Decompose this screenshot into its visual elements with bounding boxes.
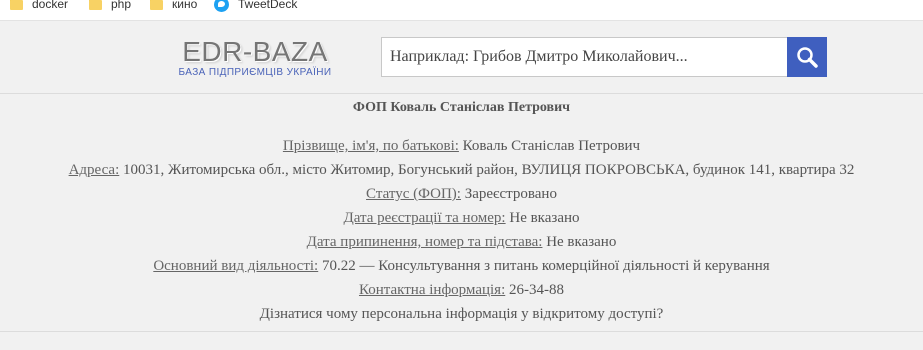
field-label: Адреса: <box>68 162 120 178</box>
header-divider <box>0 93 923 94</box>
folder-icon <box>150 0 163 10</box>
content-divider <box>0 331 923 332</box>
search-button[interactable] <box>787 37 827 77</box>
bookmark-php[interactable]: php <box>89 0 131 14</box>
field-label: Дата припинення, номер та підстава: <box>306 234 543 250</box>
bookmark-tweetdeck[interactable]: TweetDeck <box>214 0 297 14</box>
bookmarks-bar: docker php кино TweetDeck <box>0 0 923 21</box>
field-value: Коваль Станіслав Петрович <box>462 138 641 154</box>
field-value: 10031, Житомирська обл., місто Житомир, … <box>123 162 855 178</box>
search-form <box>381 37 827 77</box>
field-registration-date: Дата реєстрації та номер: Не вказано <box>0 206 923 230</box>
entity-fields: Прізвище, ім'я, по батькові: Коваль Стан… <box>0 134 923 326</box>
bookmark-label: кино <box>172 0 198 11</box>
field-contact-info: Контактна інформація: 26-34-88 <box>0 278 923 302</box>
field-label: Контактна інформація: <box>358 282 506 298</box>
field-label: Прізвище, ім'я, по батькові: <box>282 138 459 154</box>
bookmark-label: TweetDeck <box>238 0 298 11</box>
field-value: Не вказано <box>509 210 580 226</box>
field-status: Статус (ФОП): Зареєстровано <box>0 182 923 206</box>
bookmark-kino[interactable]: кино <box>150 0 197 14</box>
field-label: Статус (ФОП): <box>366 186 461 202</box>
field-main-activity: Основний вид діяльності: 70.22 — Консуль… <box>0 254 923 278</box>
field-label: Основний вид діяльності: <box>153 258 319 274</box>
field-label: Дата реєстрації та номер: <box>343 210 506 226</box>
search-input[interactable] <box>381 37 787 77</box>
field-value: 26-34-88 <box>509 282 564 298</box>
bookmark-docker[interactable]: docker <box>10 0 68 14</box>
site-logo[interactable]: EDR-BAZA БАЗА ПІДПРИЄМЦІВ УКРАЇНИ <box>170 36 340 79</box>
folder-icon <box>89 0 102 10</box>
privacy-info-link[interactable]: Дізнатися чому персональна інформація у … <box>0 302 923 326</box>
field-value: Не вказано <box>546 234 617 250</box>
logo-subtitle: БАЗА ПІДПРИЄМЦІВ УКРАЇНИ <box>178 67 332 78</box>
field-termination-date: Дата припинення, номер та підстава: Не в… <box>0 230 923 254</box>
logo-title: EDR-BAZA <box>182 36 328 67</box>
entity-details: ФОП Коваль Станіслав Петрович Прізвище, … <box>0 96 923 326</box>
field-value: Зареєстровано <box>464 186 557 202</box>
field-full-name: Прізвище, ім'я, по батькові: Коваль Стан… <box>0 134 923 158</box>
field-address: Адреса: 10031, Житомирська обл., місто Ж… <box>0 158 923 182</box>
bookmark-label: docker <box>32 0 69 11</box>
folder-icon <box>10 0 23 10</box>
site-header: EDR-BAZA БАЗА ПІДПРИЄМЦІВ УКРАЇНИ <box>0 21 923 93</box>
bookmark-label: php <box>111 0 132 11</box>
search-icon <box>797 47 818 68</box>
field-value: 70.22 — Консультування з питань комерцій… <box>321 258 770 274</box>
entity-title: ФОП Коваль Станіслав Петрович <box>352 100 571 115</box>
twitter-icon <box>214 0 229 12</box>
